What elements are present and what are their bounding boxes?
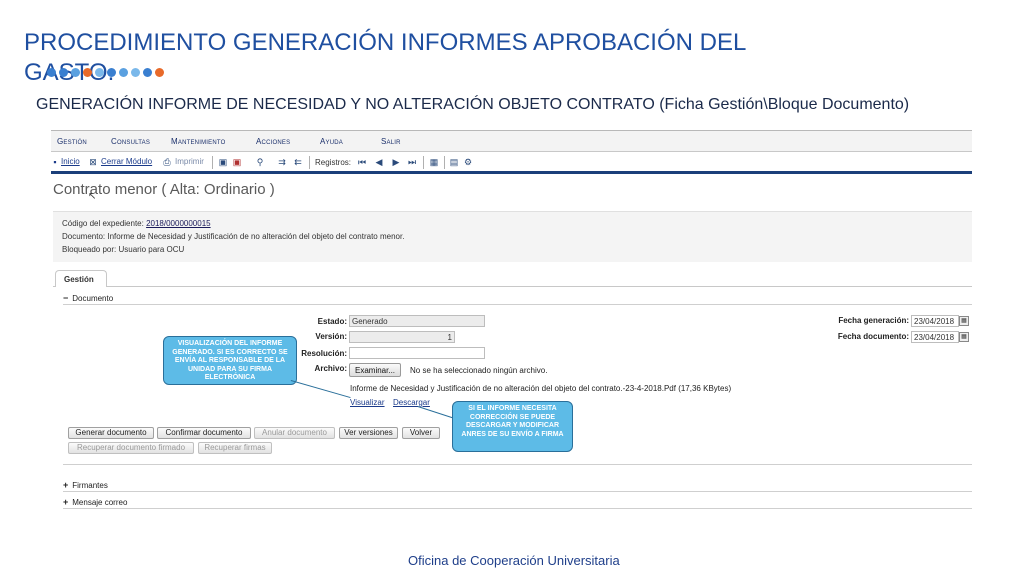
descargar-link[interactable]: Descargar [393, 398, 430, 407]
table-icon[interactable]: ▦ [429, 157, 439, 167]
menu-acciones[interactable]: Acciones [256, 137, 290, 146]
mensaje-section-label: Mensaje correo [72, 498, 128, 507]
confirmar-documento-button[interactable]: Confirmar documento [157, 427, 251, 439]
config-icon[interactable]: ▤ [449, 157, 459, 167]
section-divider [63, 464, 972, 465]
expand-icon: + [63, 480, 69, 490]
expand-icon: + [63, 497, 69, 507]
section-divider [63, 508, 972, 509]
next-record-icon[interactable]: ▶ [391, 157, 401, 167]
recuperar-documento-firmado-button[interactable]: Recuperar documento firmado [68, 442, 194, 454]
firmantes-section-header[interactable]: + Firmantes [63, 480, 108, 490]
examinar-button[interactable]: Examinar... [349, 363, 402, 377]
decorative-dot [83, 68, 92, 77]
imprimir-link[interactable]: Imprimir [175, 157, 204, 166]
collapse-icon: − [63, 293, 69, 303]
toolbar: ▪ Inicio ⊠ Cerrar Módulo ⎙ Imprimir ▣ ▣ … [51, 152, 972, 174]
file-name-text: Informe de Necesidad y Justificación de … [350, 384, 732, 393]
cerrar-modulo-link[interactable]: Cerrar Módulo [101, 157, 152, 166]
callout-pointer [417, 406, 453, 419]
documento-line: Documento: Informe de Necesidad y Justif… [62, 232, 405, 241]
volver-button[interactable]: Volver [402, 427, 440, 439]
last-record-icon[interactable]: ⏭ [407, 157, 417, 167]
toolbar-separator [423, 156, 424, 169]
inicio-link[interactable]: Inicio [61, 157, 80, 166]
calendar-icon[interactable]: ▦ [959, 332, 969, 342]
decorative-dot [47, 68, 56, 77]
tab-gestion[interactable]: Gestión [55, 270, 107, 287]
codigo-value[interactable]: 2018/0000000015 [146, 219, 211, 228]
bloqueado-line: Bloqueado por: Usuario para OCU [62, 245, 185, 254]
visualizacion-callout: VISUALIZACIÓN DEL INFORME GENERADO. SI E… [163, 336, 297, 385]
estado-label: Estado: [317, 317, 347, 326]
calendar-icon[interactable]: ▦ [959, 316, 969, 326]
expediente-info: Código del expediente: 2018/0000000015 D… [53, 211, 972, 262]
print-icon: ⎙ [163, 157, 171, 167]
section-divider [63, 491, 972, 492]
decorative-dot [95, 68, 104, 77]
decorative-dot [131, 68, 140, 77]
estado-field: Generado [349, 315, 485, 327]
search-icon[interactable]: ⚲ [255, 157, 265, 167]
delete-icon[interactable]: ▣ [232, 157, 242, 167]
registros-label: Registros: [315, 158, 352, 167]
mensaje-section-header[interactable]: + Mensaje correo [63, 497, 127, 507]
import-icon[interactable]: ⇇ [293, 157, 303, 167]
slide-title: PROCEDIMIENTO GENERACIÓN INFORMES APROBA… [24, 29, 746, 86]
toolbar-separator [212, 156, 213, 169]
save-icon[interactable]: ▣ [218, 157, 228, 167]
ver-versiones-button[interactable]: Ver versiones [339, 427, 398, 439]
export-icon[interactable]: ⇉ [277, 157, 287, 167]
version-field: 1 [349, 331, 455, 343]
fecha-documento-label: Fecha documento: [837, 332, 909, 341]
recuperar-firmas-button[interactable]: Recuperar firmas [198, 442, 272, 454]
no-file-text: No se ha seleccionado ningún archivo. [410, 366, 548, 375]
generar-documento-button[interactable]: Generar documento [68, 427, 154, 439]
menu-mantenimiento[interactable]: Mantenimiento [171, 137, 226, 146]
visualizar-link[interactable]: Visualizar [350, 398, 385, 407]
tabs-bar: Gestión [53, 270, 972, 287]
archivo-label: Archivo: [314, 364, 347, 373]
first-record-icon[interactable]: ⏮ [357, 157, 367, 167]
slide-subtitle: GENERACIÓN INFORME DE NECESIDAD Y NO ALT… [36, 96, 910, 113]
anular-documento-button[interactable]: Anular documento [254, 427, 335, 439]
menu-salir[interactable]: Salir [381, 137, 401, 146]
codigo-line: Código del expediente: 2018/0000000015 [62, 219, 211, 228]
toolbar-separator [444, 156, 445, 169]
codigo-label: Código del expediente: [62, 219, 144, 228]
fecha-generacion-label: Fecha generación: [838, 316, 909, 325]
menu-ayuda[interactable]: Ayuda [320, 137, 343, 146]
documento-section-label: Documento [72, 294, 114, 303]
decorative-dot [107, 68, 116, 77]
resolucion-input[interactable] [349, 347, 485, 359]
mouse-cursor-icon: ↖ [88, 191, 97, 202]
app-window: Gestión Consultas Mantenimiento Acciones… [51, 130, 972, 518]
decorative-dot [71, 68, 80, 77]
menu-gestion[interactable]: Gestión [57, 137, 87, 146]
slide-footer: Oficina de Cooperación Universitaria [408, 553, 620, 568]
decorative-dot [155, 68, 164, 77]
decorative-dot [143, 68, 152, 77]
decorative-dots [47, 68, 164, 77]
fecha-documento-field[interactable]: 23/04/2018 [911, 331, 959, 343]
decorative-dot [119, 68, 128, 77]
firmantes-section-label: Firmantes [72, 481, 108, 490]
page-header: Contrato menor ( Alta: Ordinario ) ↖ [51, 177, 972, 211]
menu-consultas[interactable]: Consultas [111, 137, 150, 146]
callout-pointer [290, 380, 351, 399]
menu-bar: Gestión Consultas Mantenimiento Acciones… [51, 130, 972, 152]
close-module-icon: ⊠ [89, 157, 97, 167]
fecha-generacion-field[interactable]: 23/04/2018 [911, 315, 959, 327]
toolbar-separator [309, 156, 310, 169]
page-title: Contrato menor ( Alta: Ordinario ) [53, 181, 275, 198]
gear-icon[interactable]: ⚙ [463, 157, 473, 167]
section-divider [63, 304, 972, 305]
prev-record-icon[interactable]: ◀ [374, 157, 384, 167]
version-label: Versión: [315, 332, 347, 341]
decorative-dot [59, 68, 68, 77]
descarga-callout: SI EL INFORME NECESITA CORRECCIÓN SE PUE… [452, 401, 573, 452]
home-icon: ▪ [53, 157, 57, 167]
documento-section-header[interactable]: − Documento [63, 293, 113, 303]
